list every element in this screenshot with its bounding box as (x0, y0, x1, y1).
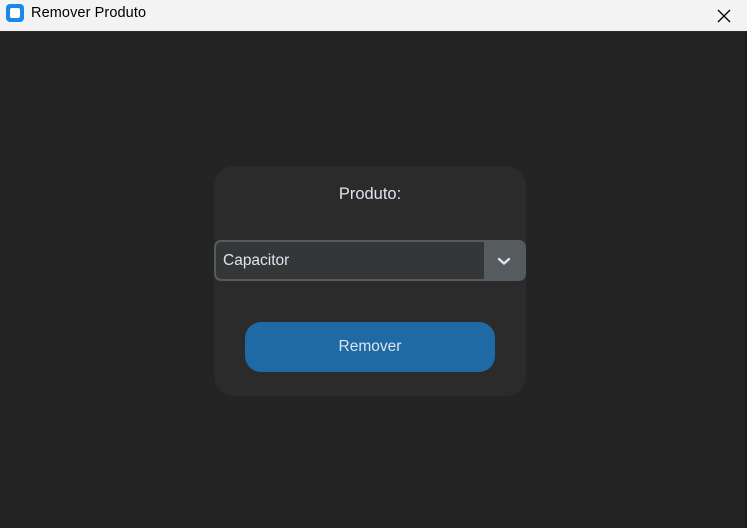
chevron-down-icon (497, 257, 511, 265)
product-select-value[interactable]: Capacitor (223, 242, 289, 279)
app-window-icon (6, 4, 24, 22)
window-title: Remover Produto (31, 5, 147, 21)
title-bar: Remover Produto (0, 0, 747, 32)
product-select-dropdown-button[interactable] (484, 242, 524, 279)
product-form-card: Produto: Capacitor Remover (214, 166, 526, 396)
close-button[interactable] (701, 0, 747, 31)
product-label: Produto: (338, 185, 402, 203)
remove-button[interactable]: Remover (245, 322, 495, 372)
remove-product-window: Remover Produto Produto: Capacitor Remov… (0, 0, 747, 528)
close-icon (717, 9, 731, 22)
product-select[interactable]: Capacitor (214, 240, 526, 281)
